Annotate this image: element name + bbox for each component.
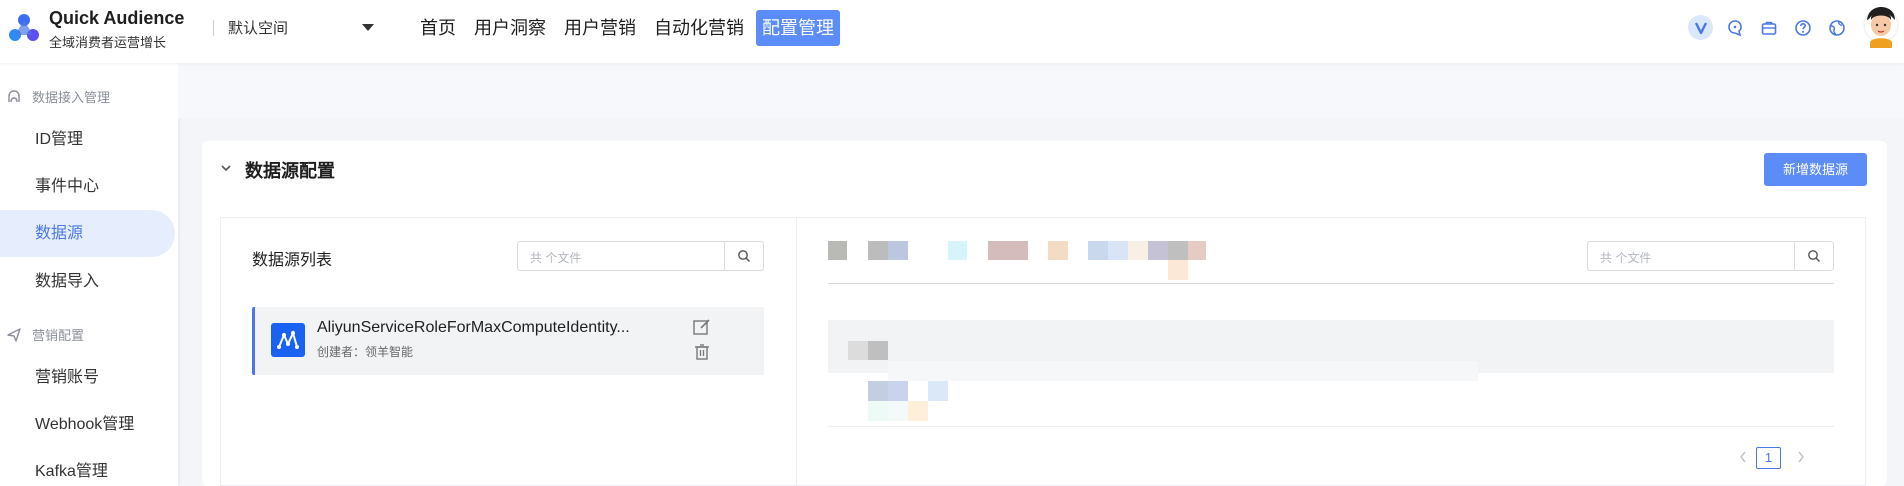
chevron-down-icon[interactable]	[220, 163, 232, 173]
section-title: 数据源配置	[245, 161, 335, 181]
sidebar-group-data-access: 数据接入管理	[6, 87, 110, 106]
sidebar-item-webhook[interactable]: Webhook管理	[0, 401, 175, 448]
sidebar-item-event-center[interactable]: 事件中心	[0, 163, 175, 210]
list-item[interactable]: AliyunServiceRoleForMaxComputeIdentity..…	[252, 307, 764, 375]
send-icon	[7, 327, 21, 342]
search-icon[interactable]	[1794, 242, 1833, 270]
sidebar-item-kafka[interactable]: Kafka管理	[0, 448, 175, 486]
workspace-selector[interactable]: 默认空间	[228, 17, 288, 38]
nav-home[interactable]: 首页	[414, 10, 462, 46]
sidebar-group-label: 数据接入管理	[32, 90, 111, 105]
page-header-strip	[178, 63, 1904, 118]
add-data-source-button[interactable]: 新增数据源	[1764, 153, 1867, 186]
sidebar-item-id-management[interactable]: ID管理	[0, 116, 175, 163]
data-source-creator: 创建者：领羊智能	[317, 345, 414, 359]
search-icon[interactable]	[724, 242, 763, 270]
v-icon[interactable]	[1688, 15, 1713, 40]
chevron-left-icon[interactable]	[1738, 450, 1748, 464]
globe-icon[interactable]	[1824, 15, 1849, 40]
list-search-input[interactable]: 共 个文件	[517, 241, 764, 271]
workspace-separator	[213, 20, 214, 36]
brand-title: Quick Audience	[49, 8, 185, 28]
search-placeholder: 共 个文件	[530, 251, 582, 265]
nav-user-marketing[interactable]: 用户营销	[558, 10, 642, 46]
top-bar: Quick Audience 全域消费者运营增长 默认空间 首页 用户洞察 用户…	[0, 0, 1904, 63]
user-avatar[interactable]	[1862, 6, 1900, 48]
nav-config-management[interactable]: 配置管理	[756, 10, 840, 46]
sidebar-item-data-import[interactable]: 数据导入	[0, 258, 175, 305]
main-nav: 首页 用户洞察 用户营销 自动化营销 配置管理	[414, 10, 840, 46]
briefcase-icon[interactable]	[1756, 15, 1781, 40]
maxcompute-icon	[271, 323, 305, 357]
edit-icon[interactable]	[692, 317, 712, 337]
sidebar-item-data-source[interactable]: 数据源	[0, 210, 175, 257]
data-access-icon	[8, 89, 20, 102]
sidebar-item-marketing-account[interactable]: 营销账号	[0, 354, 175, 401]
detail-search-input[interactable]: 共 个文件	[1587, 241, 1834, 271]
brand-subtitle: 全域消费者运营增长	[49, 35, 167, 50]
sidebar-group-marketing-config: 营销配置	[6, 325, 84, 344]
table-row-divider	[828, 426, 1834, 427]
chevron-right-icon[interactable]	[1796, 450, 1806, 464]
sidebar-group-label: 营销配置	[32, 328, 85, 343]
nav-automation-marketing[interactable]: 自动化营销	[648, 10, 750, 46]
pagination-current-page[interactable]: 1	[1756, 447, 1781, 469]
search-placeholder: 共 个文件	[1600, 251, 1652, 265]
detail-divider	[828, 283, 1834, 284]
list-title: 数据源列表	[252, 252, 333, 269]
caret-down-icon[interactable]	[362, 24, 374, 31]
quick-audience-logo	[9, 14, 39, 41]
data-source-name: AliyunServiceRoleForMaxComputeIdentity..…	[317, 319, 630, 336]
nav-user-insight[interactable]: 用户洞察	[468, 10, 552, 46]
header-icons	[1688, 15, 1849, 40]
help-chat-icon[interactable]	[1722, 15, 1747, 40]
question-icon[interactable]	[1790, 15, 1815, 40]
delete-icon[interactable]	[692, 342, 712, 362]
